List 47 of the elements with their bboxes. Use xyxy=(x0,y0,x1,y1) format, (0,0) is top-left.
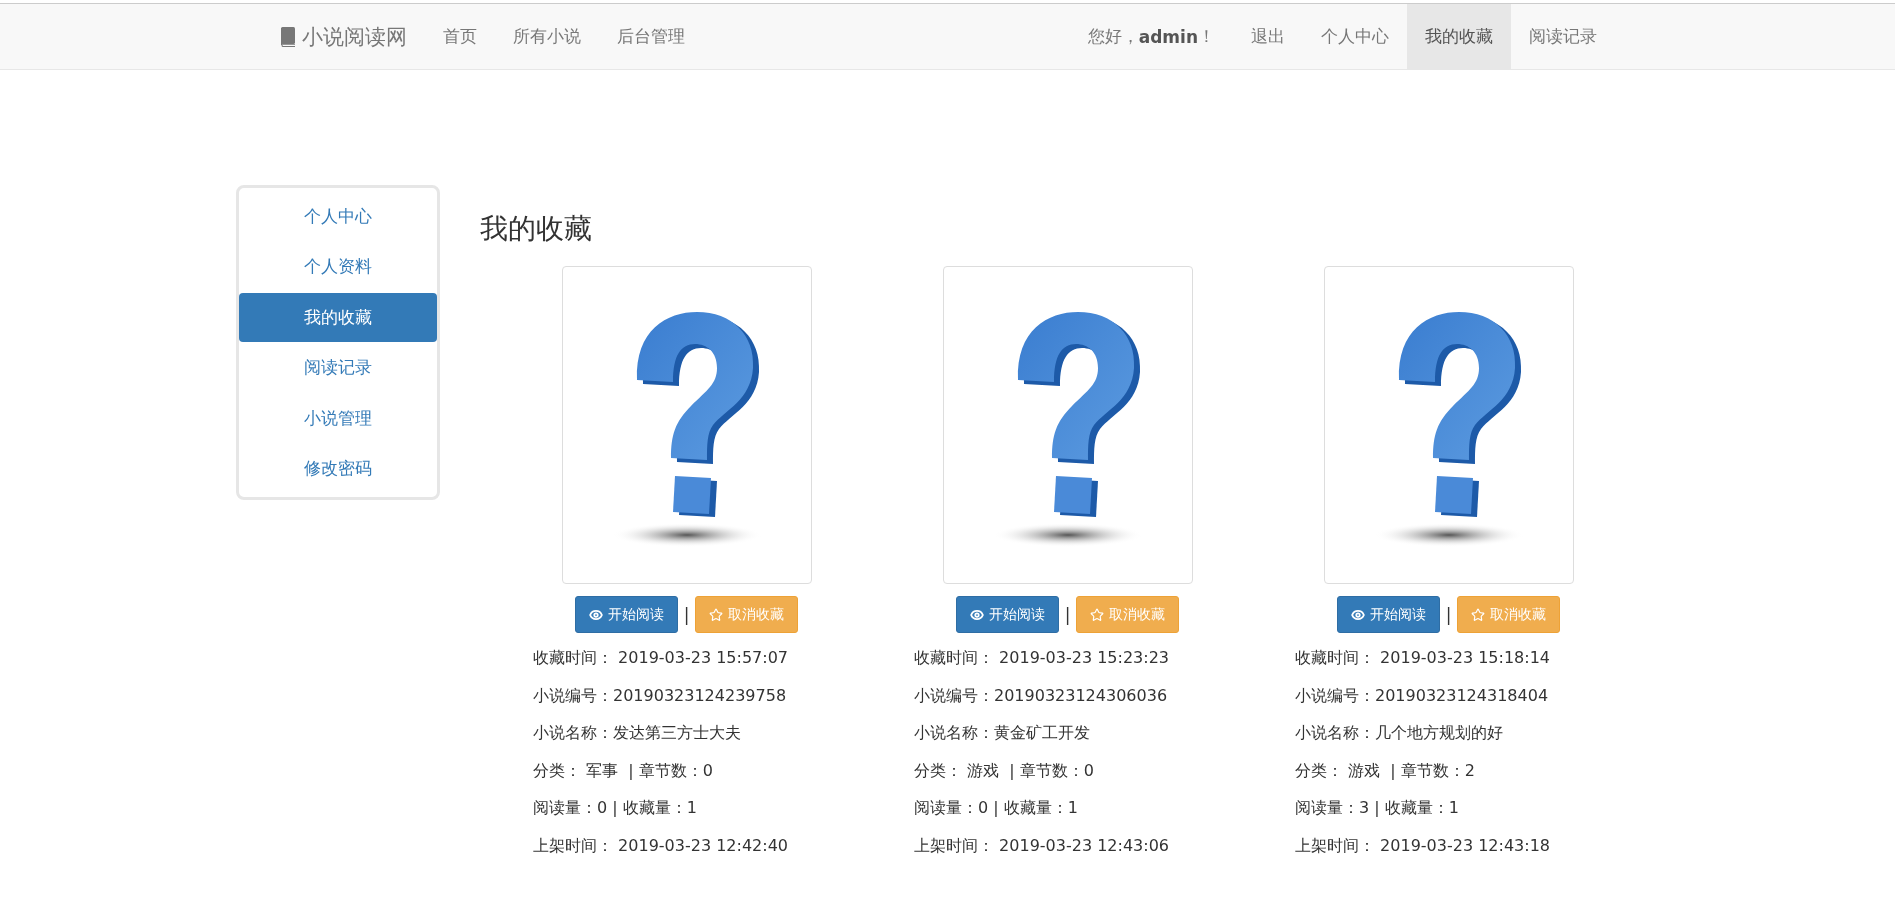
sidebar-item[interactable]: 个人资料 xyxy=(239,242,437,291)
detail-text: 小说编号：20190323124318404 xyxy=(1295,684,1550,707)
brand-link[interactable]: 小说阅读网 xyxy=(280,4,407,69)
eye-icon xyxy=(969,607,984,622)
nav-link[interactable]: 个人中心 xyxy=(1303,4,1407,69)
sidebar-item[interactable]: 个人中心 xyxy=(239,192,437,241)
detail-text: 分类： 游戏 | 章节数：2 xyxy=(1295,759,1476,782)
detail-text: 分类： 游戏 | 章节数：0 xyxy=(914,759,1095,782)
separator-text: | xyxy=(1445,604,1452,625)
star-icon xyxy=(1471,607,1486,622)
detail-text: 小说名称：几个地方规划的好 xyxy=(1295,722,1504,744)
separator-text: | xyxy=(1064,604,1071,625)
detail-text: 收藏时间： 2019-03-23 15:23:23 xyxy=(914,647,1170,669)
detail-text: 上架时间： 2019-03-23 12:43:06 xyxy=(914,834,1170,857)
eye-icon xyxy=(588,607,603,622)
detail-text: 小说编号：20190323124306036 xyxy=(914,684,1169,707)
eye-icon xyxy=(1350,607,1365,622)
star-icon xyxy=(709,607,724,622)
detail-text: 收藏时间： 2019-03-23 15:57:07 xyxy=(533,647,789,669)
book-icon xyxy=(280,26,296,47)
nav-link[interactable]: 退出 xyxy=(1233,4,1303,69)
separator-text: | xyxy=(683,604,690,625)
start-reading-button[interactable]: 开始阅读 xyxy=(955,596,1059,633)
nav-link[interactable]: 所有小说 xyxy=(495,4,599,69)
detail-text: 上架时间： 2019-03-23 12:42:40 xyxy=(533,834,789,857)
detail-text: 小说名称：黄金矿工开发 xyxy=(914,722,1091,744)
detail-text: 分类： 军事 | 章节数：0 xyxy=(533,759,714,782)
nav-link[interactable]: 后台管理 xyxy=(599,4,703,69)
detail-text: 收藏时间： 2019-03-23 15:18:14 xyxy=(1295,647,1551,669)
start-reading-button[interactable]: 开始阅读 xyxy=(1336,596,1440,633)
start-reading-button[interactable]: 开始阅读 xyxy=(574,596,678,633)
detail-text: 小说名称：发达第三方士大夫 xyxy=(533,722,742,744)
sidebar-item[interactable]: 我的收藏 xyxy=(239,293,437,342)
nav-link[interactable]: 首页 xyxy=(425,4,495,69)
sidebar-item[interactable]: 阅读记录 xyxy=(239,343,437,392)
star-icon xyxy=(1090,607,1105,622)
nav-link[interactable]: 我的收藏 xyxy=(1407,4,1511,69)
detail-text: 上架时间： 2019-03-23 12:43:18 xyxy=(1295,834,1551,857)
nav-link[interactable]: 阅读记录 xyxy=(1511,4,1615,69)
detail-text: 阅读量：0 | 收藏量：1 xyxy=(914,797,1079,819)
page-title: 我的收藏 xyxy=(480,211,593,247)
detail-text: 阅读量：0 | 收藏量：1 xyxy=(533,797,698,819)
detail-text: 阅读量：3 | 收藏量：1 xyxy=(1295,797,1460,819)
sidebar-item[interactable]: 修改密码 xyxy=(239,444,437,493)
sidebar-item[interactable]: 小说管理 xyxy=(239,394,437,443)
detail-text: 小说编号：20190323124239758 xyxy=(533,684,788,707)
greeting-text: 您好，admin！ xyxy=(1086,25,1216,49)
